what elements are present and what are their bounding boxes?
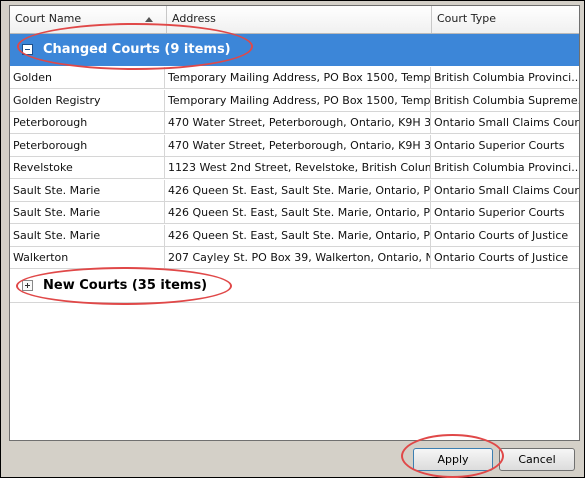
sort-ascending-icon: [145, 17, 153, 22]
table-row[interactable]: Golden Registry Temporary Mailing Address…: [10, 89, 579, 112]
court-type-cell: Ontario Superior Courts: [434, 138, 565, 152]
address-cell: 470 Water Street, Peterborough, Ontario,…: [165, 134, 431, 156]
group-changed-courts[interactable]: Changed Courts (9 items): [10, 34, 579, 66]
court-name-cell: Sault Ste. Marie: [10, 224, 165, 246]
group-changed-courts-label: Changed Courts (9 items): [43, 42, 231, 57]
address-cell: 207 Cayley St. PO Box 39, Walkerton, Ont…: [165, 247, 431, 268]
court-name-cell: Walkerton: [10, 247, 165, 268]
address-cell: 470 Water Street, Peterborough, Ontario,…: [165, 112, 431, 133]
address-cell: 1123 West 2nd Street, Revelstoke, Britis…: [165, 157, 431, 178]
group-new-courts-label: New Courts (35 items): [43, 278, 208, 293]
table-row[interactable]: Sault Ste. Marie 426 Queen St. East, Saul…: [10, 179, 579, 202]
table-row[interactable]: Sault Ste. Marie 426 Queen St. East, Saul…: [10, 224, 579, 247]
table-row[interactable]: Sault Ste. Marie 426 Queen St. East, Saul…: [10, 202, 579, 224]
address-cell: 426 Queen St. East, Sault Ste. Marie, On…: [165, 224, 431, 246]
column-header-address[interactable]: Address: [166, 6, 431, 33]
court-name-cell: Peterborough: [10, 112, 165, 133]
court-name-cell: Peterborough: [10, 134, 165, 156]
table-row[interactable]: Peterborough 470 Water Street, Peterborou…: [10, 134, 579, 157]
address-cell: Temporary Mailing Address, PO Box 1500, …: [165, 67, 431, 88]
court-type-cell: British Columbia Provinci...: [434, 71, 579, 84]
court-name-cell: Sault Ste. Marie: [10, 179, 165, 201]
table-row[interactable]: Peterborough 470 Water Street, Peterborou…: [10, 112, 579, 134]
cancel-button[interactable]: Cancel: [499, 448, 575, 471]
address-cell: 426 Queen St. East, Sault Ste. Marie, On…: [165, 179, 431, 201]
courts-grid: Court Name Address Court Type Changed Co…: [9, 5, 580, 441]
court-name-cell: Sault Ste. Marie: [10, 202, 165, 223]
court-name-cell: Golden: [10, 67, 165, 88]
group-new-courts[interactable]: New Courts (35 items): [10, 270, 579, 303]
court-update-dialog: Court Name Address Court Type Changed Co…: [0, 0, 585, 478]
court-type-cell: British Columbia Supreme...: [434, 93, 579, 107]
column-header-court-name[interactable]: Court Name: [10, 6, 166, 33]
court-type-cell: British Columbia Provinci...: [434, 161, 579, 174]
address-cell: 426 Queen St. East, Sault Ste. Marie, On…: [165, 202, 431, 223]
court-name-cell: Revelstoke: [10, 157, 165, 178]
address-cell: Temporary Mailing Address, PO Box 1500, …: [165, 89, 431, 111]
column-header-court-type-label: Court Type: [437, 12, 496, 25]
court-type-cell: Ontario Superior Courts: [434, 206, 565, 219]
table-row[interactable]: Walkerton 207 Cayley St. PO Box 39, Walke…: [10, 247, 579, 269]
expand-plus-icon[interactable]: [22, 280, 33, 291]
table-row[interactable]: Golden Temporary Mailing Address, PO Box …: [10, 67, 579, 89]
table-row[interactable]: Revelstoke 1123 West 2nd Street, Revelsto…: [10, 157, 579, 179]
court-type-cell: Ontario Small Claims Courts: [434, 183, 579, 197]
column-header-court-type[interactable]: Court Type: [431, 6, 579, 33]
court-type-cell: Ontario Courts of Justice: [434, 251, 569, 264]
court-name-cell: Golden Registry: [10, 89, 165, 111]
column-header-court-name-label: Court Name: [15, 12, 82, 25]
column-header-address-label: Address: [172, 12, 216, 25]
collapse-minus-icon[interactable]: [22, 44, 33, 55]
apply-button[interactable]: Apply: [413, 448, 493, 471]
grid-header: Court Name Address Court Type: [10, 6, 579, 34]
court-type-cell: Ontario Courts of Justice: [434, 228, 569, 242]
court-type-cell: Ontario Small Claims Courts: [434, 116, 579, 129]
